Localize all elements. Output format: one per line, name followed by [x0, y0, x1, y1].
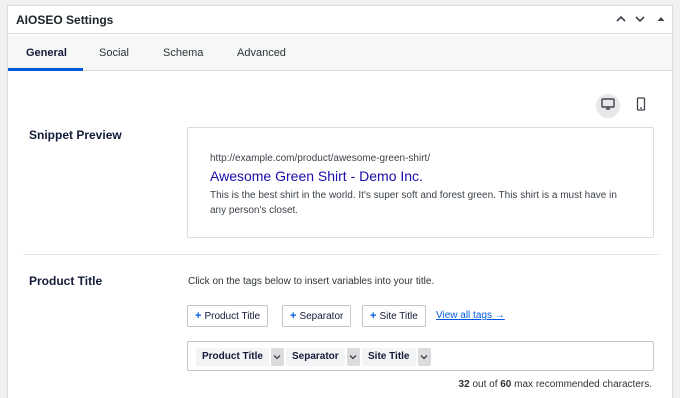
snippet-preview-box: http://example.com/product/awesome-green…	[187, 127, 654, 238]
plus-icon: +	[370, 310, 377, 322]
triangle-up-icon	[656, 14, 666, 24]
mobile-preview-button[interactable]	[629, 94, 653, 118]
section-divider	[23, 254, 659, 255]
snippet-preview-label: Snippet Preview	[29, 128, 122, 142]
insert-site-title-tag-button[interactable]: + Site Title	[362, 305, 426, 327]
chevron-down-icon	[273, 355, 281, 360]
desktop-icon	[601, 97, 615, 115]
snippet-title: Awesome Green Shirt - Demo Inc.	[210, 168, 423, 184]
character-counter: 32 out of 60 max recommended characters.	[459, 379, 652, 390]
insert-separator-tag-button[interactable]: + Separator	[282, 305, 352, 327]
chevron-down-icon	[349, 355, 357, 360]
token-product-title[interactable]: Product Title	[196, 348, 284, 366]
plus-icon: +	[195, 310, 202, 322]
chevron-up-icon	[615, 13, 627, 25]
counter-mid-text: out of	[469, 379, 501, 390]
token-label: Separator	[286, 348, 345, 366]
product-title-input[interactable]: Product Title Separator Site Title	[187, 341, 654, 371]
token-separator[interactable]: Separator	[286, 348, 360, 366]
move-up-button[interactable]	[612, 10, 630, 28]
tab-general[interactable]: General	[26, 35, 67, 71]
move-down-button[interactable]	[631, 10, 649, 28]
active-tab-indicator	[8, 68, 83, 71]
tag-button-label: Site Title	[379, 310, 418, 322]
view-all-tags-link[interactable]: View all tags →	[436, 310, 505, 321]
tab-social[interactable]: Social	[99, 35, 129, 71]
mobile-icon	[636, 96, 646, 116]
tags-helper-text: Click on the tags below to insert variab…	[188, 276, 435, 287]
token-dropdown-button[interactable]	[417, 348, 431, 366]
panel-header: AIOSEO Settings	[8, 6, 672, 34]
character-max: 60	[500, 379, 512, 390]
snippet-description: This is the best shirt in the world. It'…	[210, 190, 617, 216]
token-label: Product Title	[196, 348, 269, 366]
tab-advanced[interactable]: Advanced	[237, 35, 286, 71]
snippet-url: http://example.com/product/awesome-green…	[210, 153, 431, 164]
token-dropdown-button[interactable]	[270, 348, 284, 366]
tab-schema[interactable]: Schema	[163, 35, 203, 71]
character-count: 32	[458, 379, 470, 390]
tag-button-label: Product Title	[204, 310, 261, 322]
desktop-preview-button[interactable]	[596, 94, 620, 118]
insert-product-title-tag-button[interactable]: + Product Title	[187, 305, 269, 327]
token-label: Site Title	[362, 348, 416, 366]
counter-suffix-text: max recommended characters.	[511, 379, 652, 390]
panel-title: AIOSEO Settings	[16, 13, 114, 27]
plus-icon: +	[290, 310, 297, 322]
tag-button-label: Separator	[299, 310, 344, 322]
aioseo-settings-panel: AIOSEO Settings General Social Schema Ad…	[7, 5, 673, 398]
token-dropdown-button[interactable]	[346, 348, 360, 366]
toggle-panel-button[interactable]	[652, 10, 670, 28]
chevron-down-icon	[420, 355, 428, 360]
settings-tabbar: General Social Schema Advanced	[8, 35, 672, 71]
product-title-label: Product Title	[29, 274, 103, 288]
chevron-down-icon	[634, 13, 646, 25]
token-site-title[interactable]: Site Title	[362, 348, 431, 366]
